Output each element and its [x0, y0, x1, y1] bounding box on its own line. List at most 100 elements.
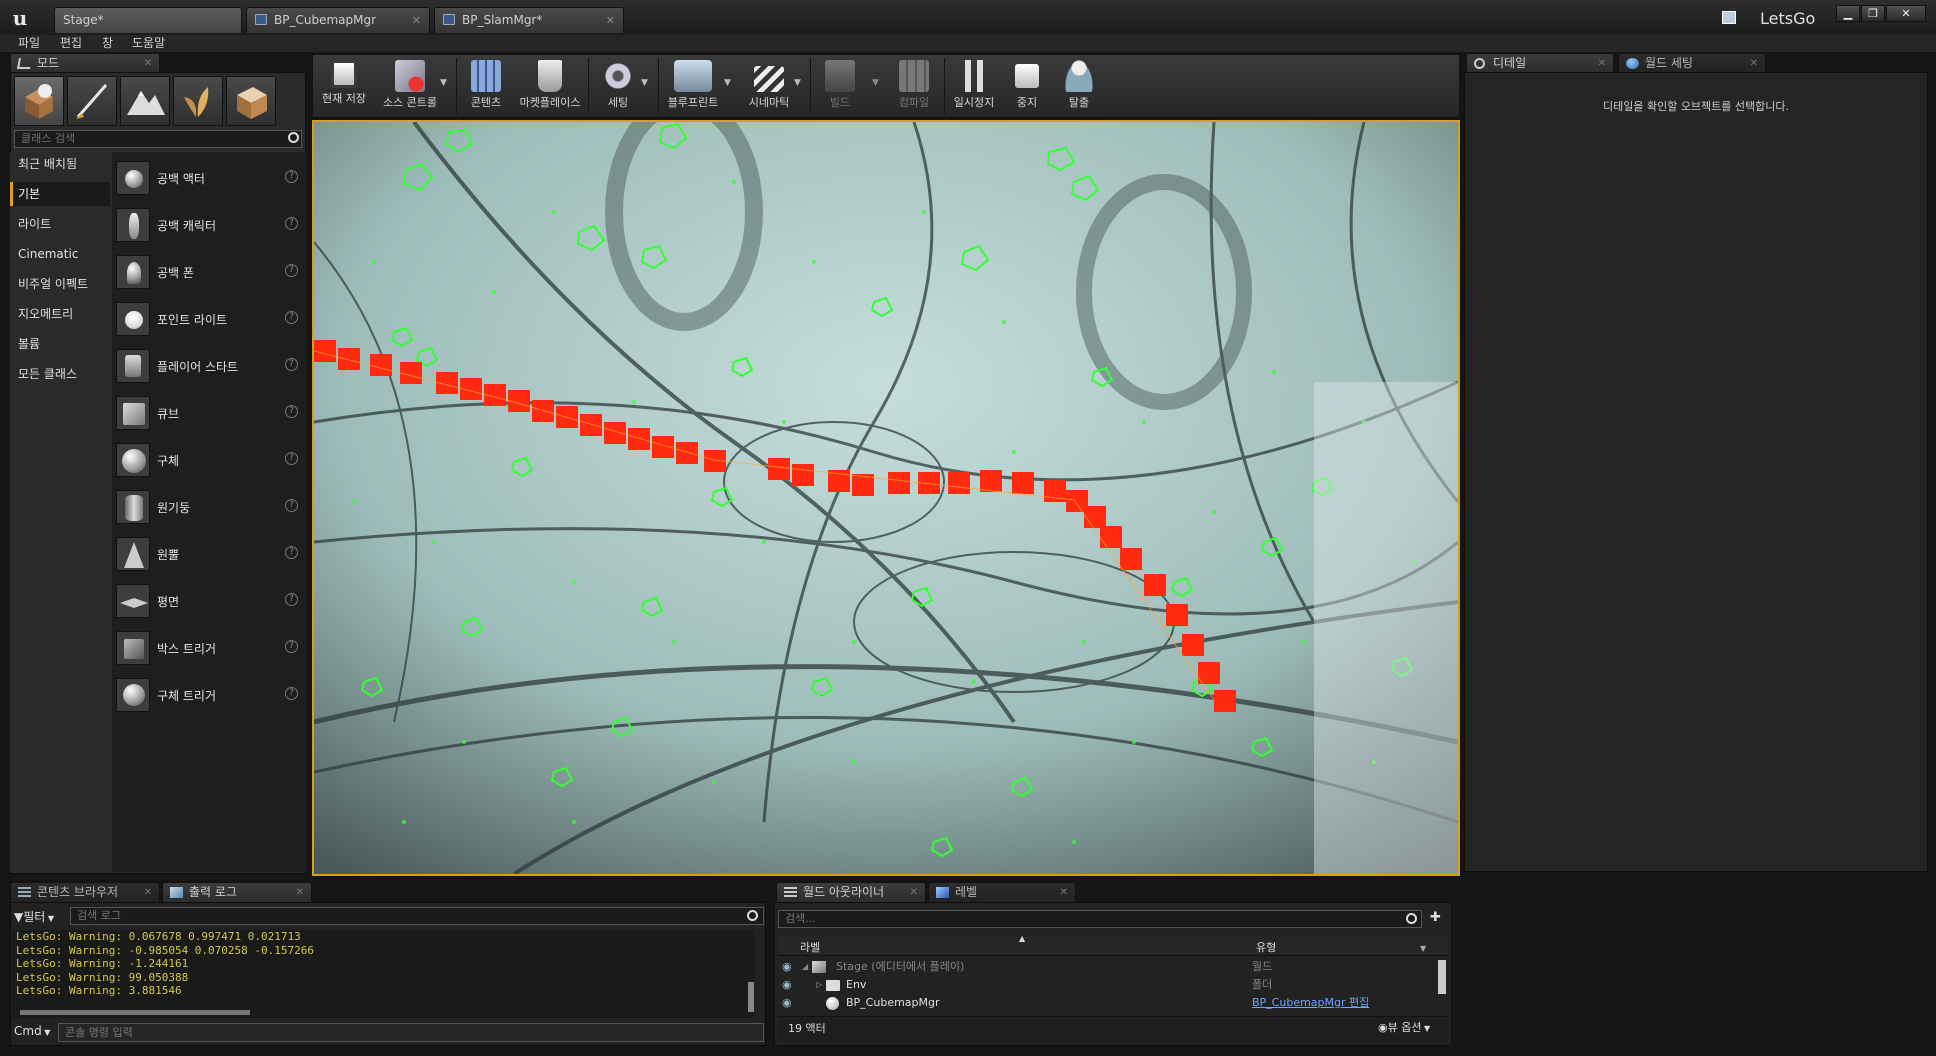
outliner-scrollbar[interactable]: [1438, 960, 1446, 994]
add-folder-icon[interactable]: ✚: [1430, 910, 1446, 926]
category-lights[interactable]: 라이트: [10, 212, 110, 236]
help-icon[interactable]: ?: [285, 499, 298, 512]
close-icon[interactable]: ✕: [1750, 54, 1758, 73]
notification-icon[interactable]: [1722, 11, 1736, 24]
chevron-down-icon[interactable]: ◢: [802, 958, 808, 976]
list-item[interactable]: 플레이어 스타트?: [112, 346, 306, 386]
eject-button[interactable]: 탈출: [1052, 56, 1106, 116]
help-icon[interactable]: ?: [285, 593, 298, 606]
console-command-input[interactable]: 콘솔 명령 입력: [58, 1023, 764, 1042]
menu-file[interactable]: 파일: [18, 35, 40, 52]
place-mode-button[interactable]: [14, 76, 64, 126]
outliner-search-input[interactable]: 검색...: [778, 910, 1422, 928]
settings-button[interactable]: 세팅: [590, 56, 646, 116]
list-item[interactable]: 공백 캐릭터?: [112, 205, 306, 245]
chevron-down-icon[interactable]: ▼: [440, 78, 447, 88]
visibility-eye-icon[interactable]: ◉: [782, 994, 792, 1012]
chevron-down-icon[interactable]: ▼: [641, 78, 648, 88]
visibility-eye-icon[interactable]: ◉: [782, 976, 792, 994]
foliage-mode-button[interactable]: [173, 76, 223, 126]
list-item[interactable]: 구체 트리거?: [112, 675, 306, 715]
cinematics-button[interactable]: 시네마틱: [736, 56, 802, 116]
log-search-input[interactable]: 검색 로그: [70, 907, 764, 925]
tab-world-settings[interactable]: 월드 세팅 ✕: [1618, 53, 1766, 73]
help-icon[interactable]: ?: [285, 311, 298, 324]
category-all-classes[interactable]: 모든 클래스: [10, 362, 110, 386]
close-icon[interactable]: ✕: [412, 8, 421, 33]
chevron-down-icon[interactable]: ▼: [724, 78, 731, 88]
help-icon[interactable]: ?: [285, 452, 298, 465]
column-label[interactable]: 라벨: [800, 939, 820, 955]
menu-window[interactable]: 창: [102, 35, 113, 52]
close-icon[interactable]: ✕: [1598, 54, 1606, 73]
category-visual-effects[interactable]: 비주얼 이펙트: [10, 272, 110, 296]
chevron-down-icon[interactable]: ▼: [1420, 944, 1426, 953]
compile-button[interactable]: 컴파일: [884, 56, 944, 116]
paint-mode-button[interactable]: [67, 76, 117, 126]
list-item[interactable]: 구체?: [112, 440, 306, 480]
list-item[interactable]: 평면?: [112, 581, 306, 621]
close-icon[interactable]: ✕: [910, 883, 918, 902]
category-basic[interactable]: 기본: [10, 182, 110, 206]
view-options-button[interactable]: ◉뷰 옵션 ▼: [1378, 1019, 1430, 1035]
log-horizontal-scrollbar[interactable]: [20, 1010, 250, 1015]
help-icon[interactable]: ?: [285, 640, 298, 653]
list-item[interactable]: 원기둥?: [112, 487, 306, 527]
help-icon[interactable]: ?: [285, 170, 298, 183]
level-viewport[interactable]: [312, 120, 1460, 876]
category-volumes[interactable]: 볼륨: [10, 332, 110, 356]
category-geometry[interactable]: 지오메트리: [10, 302, 110, 326]
source-control-button[interactable]: 소스 콘트롤: [376, 56, 444, 116]
chevron-down-icon[interactable]: ▼: [794, 78, 801, 88]
tab-modes[interactable]: 모드 ✕: [10, 53, 160, 73]
tab-output-log[interactable]: 출력 로그 ✕: [162, 882, 312, 902]
close-icon[interactable]: ✕: [606, 8, 615, 33]
content-button[interactable]: 콘텐츠: [458, 56, 514, 116]
cmd-dropdown[interactable]: Cmd ▼: [14, 1024, 50, 1038]
outliner-row-bp-cubemapmgr[interactable]: ◉ BP_CubemapMgr BP_CubemapMgr 편집: [778, 994, 1438, 1012]
chevron-right-icon[interactable]: ▷: [816, 976, 822, 994]
tab-details[interactable]: 디테일 ✕: [1466, 53, 1614, 73]
column-type[interactable]: 유형: [1256, 939, 1276, 955]
tab-levels[interactable]: 레벨 ✕: [928, 882, 1076, 902]
close-window-button[interactable]: ✕: [1886, 5, 1926, 22]
outliner-row-stage[interactable]: ◉ ◢ Stage (에디터에서 플레이) 월드: [778, 958, 1438, 976]
close-icon[interactable]: ✕: [144, 54, 152, 73]
class-search-input[interactable]: 클래스 검색: [14, 130, 302, 148]
menu-help[interactable]: 도움말: [132, 35, 165, 52]
unreal-logo-icon[interactable]: u: [8, 6, 32, 30]
list-item[interactable]: 원뿔?: [112, 534, 306, 574]
tab-bp-slammgr[interactable]: BP_SlamMgr* ✕: [434, 7, 624, 33]
category-recent[interactable]: 최근 배치됨: [10, 152, 110, 176]
help-icon[interactable]: ?: [285, 217, 298, 230]
close-icon[interactable]: ✕: [1060, 883, 1068, 902]
close-icon[interactable]: ✕: [296, 883, 304, 902]
tab-content-browser[interactable]: 콘텐츠 브라우저 ✕: [10, 882, 160, 902]
tab-stage[interactable]: Stage*: [54, 7, 242, 33]
build-button[interactable]: 빌드: [812, 56, 868, 116]
marketplace-button[interactable]: 마켓플레이스: [514, 56, 586, 116]
log-vertical-scrollbar[interactable]: [748, 982, 754, 1012]
maximize-button[interactable]: ❐: [1861, 5, 1885, 22]
help-icon[interactable]: ?: [285, 264, 298, 277]
blueprints-button[interactable]: 블루프린트: [660, 56, 726, 116]
list-item[interactable]: 공백 액터?: [112, 158, 306, 198]
edit-blueprint-link[interactable]: BP_CubemapMgr 편집: [1252, 994, 1369, 1012]
help-icon[interactable]: ?: [285, 546, 298, 559]
menu-edit[interactable]: 편집: [60, 35, 82, 52]
pause-button[interactable]: 일시정지: [946, 56, 1002, 116]
tab-world-outliner[interactable]: 월드 아웃라이너 ✕: [776, 882, 926, 902]
help-icon[interactable]: ?: [285, 687, 298, 700]
list-item[interactable]: 큐브?: [112, 393, 306, 433]
geometry-mode-button[interactable]: [226, 76, 276, 126]
minimize-button[interactable]: ▁: [1836, 5, 1860, 22]
close-icon[interactable]: ✕: [144, 883, 152, 902]
visibility-eye-icon[interactable]: ◉: [782, 958, 792, 976]
chevron-down-icon[interactable]: ▼: [872, 78, 879, 88]
tab-bp-cubemapmgr[interactable]: BP_CubemapMgr ✕: [246, 7, 430, 33]
stop-button[interactable]: 중지: [1002, 56, 1052, 116]
help-icon[interactable]: ?: [285, 405, 298, 418]
category-cinematic[interactable]: Cinematic: [10, 242, 110, 266]
save-current-button[interactable]: 현재 저장: [314, 56, 374, 116]
list-item[interactable]: 공백 폰?: [112, 252, 306, 292]
